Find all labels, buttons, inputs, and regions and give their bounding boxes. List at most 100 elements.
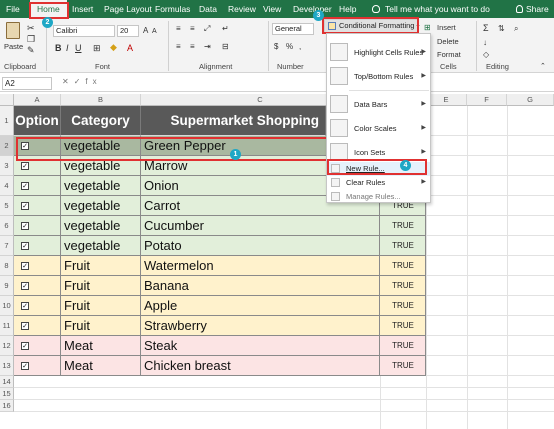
cut-icon[interactable]: ✂ <box>27 23 35 33</box>
wrap-text-icon[interactable]: ↵ <box>222 24 229 34</box>
font-size-box[interactable]: 20 <box>117 25 139 37</box>
header-category[interactable]: Category <box>61 106 141 136</box>
menu-clear-rules[interactable]: Clear Rules ▶ <box>327 176 430 190</box>
menu-color-scales[interactable]: Color Scales ▶ <box>327 116 430 140</box>
copy-icon[interactable]: ❐ <box>27 34 35 44</box>
row-header[interactable]: 11 <box>0 316 14 336</box>
row-header[interactable]: 13 <box>0 356 14 376</box>
row-header[interactable]: 3 <box>0 156 14 176</box>
checkbox[interactable]: ✓ <box>21 302 29 310</box>
tab-data[interactable]: Data <box>199 0 217 18</box>
checkbox[interactable]: ✓ <box>21 222 29 230</box>
row-header[interactable]: 16 <box>0 400 14 412</box>
category-cell[interactable]: vegetable <box>61 236 141 256</box>
row-header[interactable]: 4 <box>0 176 14 196</box>
row-header[interactable]: 12 <box>0 336 14 356</box>
row-header[interactable]: 15 <box>0 388 14 400</box>
checkbox[interactable]: ✓ <box>21 342 29 350</box>
percent-icon[interactable]: % <box>286 42 293 52</box>
tab-review[interactable]: Review <box>228 0 256 18</box>
tell-me-search[interactable]: Tell me what you want to do <box>372 0 490 18</box>
category-cell[interactable]: Fruit <box>61 316 141 336</box>
align-left-icon[interactable]: ≡ <box>176 42 181 52</box>
conditional-formatting-button[interactable]: Conditional Formatting ▾ <box>324 19 419 33</box>
tab-page-layout[interactable]: Page Layout <box>104 0 152 18</box>
category-cell[interactable]: vegetable <box>61 176 141 196</box>
column-header[interactable]: A <box>14 94 61 106</box>
indent-icon[interactable]: ⇥ <box>204 42 211 52</box>
item-cell[interactable]: Strawberry <box>141 316 380 336</box>
align-middle-icon[interactable]: ≡ <box>190 24 195 34</box>
item-cell[interactable]: Cucumber <box>141 216 380 236</box>
paste-button[interactable]: Paste <box>4 42 23 52</box>
row-header[interactable]: 14 <box>0 376 14 388</box>
borders-icon[interactable]: ⊞ <box>93 43 101 53</box>
number-format-box[interactable]: General <box>272 23 314 35</box>
tab-help[interactable]: Help <box>339 0 356 18</box>
format-painter-icon[interactable]: ✎ <box>27 45 35 55</box>
formula-bar-icons[interactable]: ✕✓fx <box>62 77 102 86</box>
header-option[interactable]: Option <box>14 106 61 136</box>
font-color-icon[interactable]: A <box>127 43 133 53</box>
category-cell[interactable]: vegetable <box>61 196 141 216</box>
orientation-icon[interactable]: ⤢ <box>204 24 210 34</box>
item-cell[interactable]: Chicken breast <box>141 356 380 376</box>
row-header[interactable]: 10 <box>0 296 14 316</box>
column-header[interactable]: G <box>507 94 554 106</box>
fill-icon[interactable]: ↓ <box>483 38 487 48</box>
menu-highlight-cells-rules[interactable]: Highlight Cells Rules ▶ <box>327 40 430 64</box>
checkbox[interactable]: ✓ <box>21 262 29 270</box>
currency-icon[interactable]: $ <box>274 42 278 52</box>
insert-cells-button[interactable]: Insert <box>437 23 456 33</box>
delete-cells-button[interactable]: Delete <box>437 37 459 47</box>
find-select-icon[interactable]: ⌕ <box>514 24 518 34</box>
align-top-icon[interactable]: ≡ <box>176 24 181 34</box>
category-cell[interactable]: Meat <box>61 356 141 376</box>
fill-color-icon[interactable]: ◆ <box>110 42 117 52</box>
menu-top-bottom-rules[interactable]: Top/Bottom Rules ▶ <box>327 64 430 88</box>
checkbox[interactable]: ✓ <box>21 362 29 370</box>
decrease-font-icon[interactable]: A <box>152 27 157 37</box>
font-name-box[interactable]: Calibri <box>53 25 115 37</box>
row-header[interactable]: 9 <box>0 276 14 296</box>
item-cell[interactable]: Potato <box>141 236 380 256</box>
row-header[interactable]: 6 <box>0 216 14 236</box>
category-cell[interactable]: Fruit <box>61 296 141 316</box>
checkbox[interactable]: ✓ <box>21 202 29 210</box>
menu-new-rule[interactable]: New Rule... <box>327 162 430 176</box>
tab-formulas[interactable]: Formulas <box>155 0 190 18</box>
menu-manage-rules[interactable]: Manage Rules... <box>327 190 430 203</box>
increase-font-icon[interactable]: A <box>143 26 148 36</box>
checkbox[interactable]: ✓ <box>21 182 29 190</box>
menu-icon-sets[interactable]: Icon Sets ▶ <box>327 140 430 164</box>
row-header[interactable]: 7 <box>0 236 14 256</box>
name-box[interactable]: A2 <box>2 77 52 90</box>
column-header[interactable]: F <box>467 94 507 106</box>
underline-icon[interactable]: U <box>75 43 82 53</box>
item-cell[interactable]: Steak <box>141 336 380 356</box>
checkbox[interactable]: ✓ <box>21 162 29 170</box>
column-header[interactable]: E <box>426 94 467 106</box>
category-cell[interactable]: vegetable <box>61 216 141 236</box>
align-center-icon[interactable]: ≡ <box>190 42 195 52</box>
insert-cells-icon[interactable]: ⊞ <box>424 23 431 33</box>
row-header[interactable]: 5 <box>0 196 14 216</box>
item-cell[interactable]: Watermelon <box>141 256 380 276</box>
item-cell[interactable]: Apple <box>141 296 380 316</box>
category-cell[interactable]: Fruit <box>61 276 141 296</box>
row-header[interactable]: 1 <box>0 106 14 136</box>
category-cell[interactable]: vegetable <box>61 136 141 156</box>
tab-home[interactable]: Home <box>30 0 67 18</box>
autosum-icon[interactable]: Σ <box>483 23 489 33</box>
share-button[interactable]: Share <box>516 0 549 18</box>
checkbox[interactable]: ✓ <box>21 322 29 330</box>
tab-view[interactable]: View <box>263 0 281 18</box>
category-cell[interactable]: vegetable <box>61 156 141 176</box>
category-cell[interactable]: Meat <box>61 336 141 356</box>
format-cells-button[interactable]: Format <box>437 50 461 60</box>
bold-icon[interactable]: B <box>55 43 62 53</box>
merge-icon[interactable]: ⊟ <box>222 42 229 52</box>
tab-insert[interactable]: Insert <box>72 0 93 18</box>
row-header[interactable]: 8 <box>0 256 14 276</box>
paste-icon[interactable] <box>6 22 20 39</box>
